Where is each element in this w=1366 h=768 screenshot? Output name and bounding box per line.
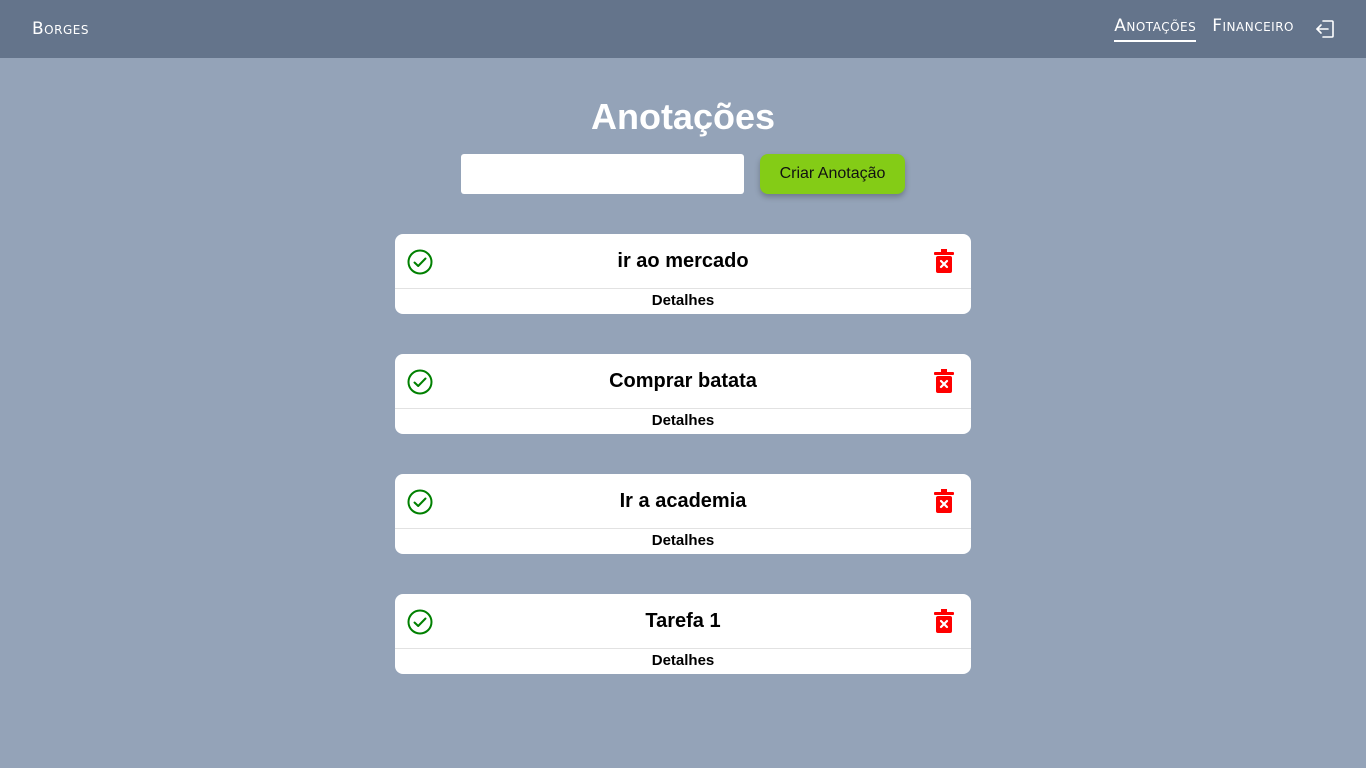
check-circle-icon[interactable] (407, 609, 433, 635)
nav-links: Anotações Financeiro (1114, 16, 1334, 42)
page-title: Anotações (590, 96, 776, 137)
note-details-link[interactable]: Detalhes (395, 289, 971, 314)
check-circle-icon[interactable] (407, 369, 433, 395)
note-card: Ir a academia Detalhes (395, 474, 971, 554)
note-title-input[interactable] (461, 154, 744, 194)
note-card: Comprar batata Detalhes (395, 354, 971, 434)
check-circle-icon[interactable] (407, 249, 433, 275)
brand-link[interactable]: Borges (32, 19, 89, 39)
top-navbar: Borges Anotações Financeiro (0, 0, 1366, 58)
check-circle-icon[interactable] (407, 489, 433, 515)
note-details-link[interactable]: Detalhes (395, 409, 971, 434)
note-details-link[interactable]: Detalhes (395, 649, 971, 674)
trash-icon[interactable] (934, 369, 954, 393)
logout-icon[interactable] (1314, 18, 1336, 40)
note-details-link[interactable]: Detalhes (395, 529, 971, 554)
nav-link-anotacoes[interactable]: Anotações (1114, 16, 1197, 42)
note-title: Ir a academia (619, 489, 747, 512)
note-header: Tarefa 1 (395, 594, 971, 649)
note-card: Tarefa 1 Detalhes (395, 594, 971, 674)
nav-link-financeiro[interactable]: Financeiro (1212, 16, 1294, 42)
note-header: ir ao mercado (395, 234, 971, 289)
note-header: Comprar batata (395, 354, 971, 409)
note-header: Ir a academia (395, 474, 971, 529)
note-title: Comprar batata (609, 369, 757, 392)
note-title: Tarefa 1 (645, 609, 721, 632)
trash-icon[interactable] (934, 249, 954, 273)
create-note-form: Criar Anotação (461, 154, 905, 194)
create-note-button[interactable]: Criar Anotação (760, 154, 905, 194)
note-card: ir ao mercado Detalhes (395, 234, 971, 314)
trash-icon[interactable] (934, 489, 954, 513)
note-title: ir ao mercado (617, 249, 749, 272)
trash-icon[interactable] (934, 609, 954, 633)
notes-list: ir ao mercado Detalhes Comprar batata De… (395, 234, 971, 714)
